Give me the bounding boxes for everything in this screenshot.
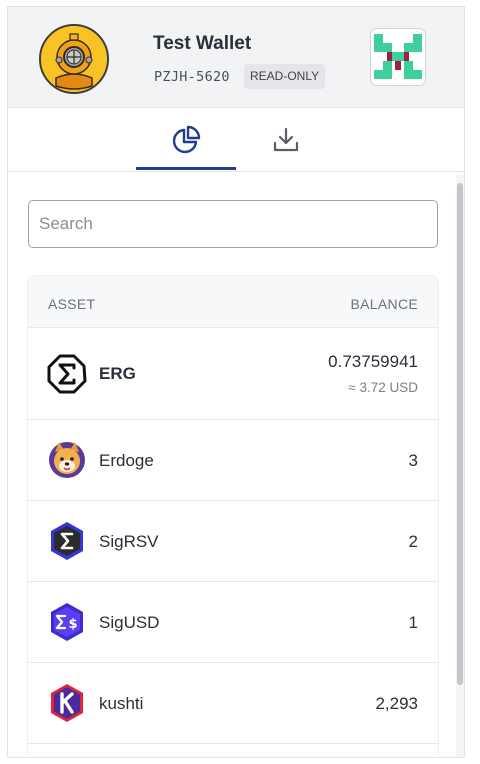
asset-list: ASSET BALANCE ERG 0.73759941 ≈ 3.72 USD [28, 276, 438, 757]
read-only-badge: READ-ONLY [244, 64, 326, 89]
asset-name: kushti [99, 694, 144, 713]
asset-balance: 1 [408, 613, 418, 632]
asset-name: Erdoge [99, 451, 154, 470]
asset-list-header: ASSET BALANCE [28, 276, 438, 328]
pie-chart-icon [172, 125, 201, 154]
sigusd-icon: $ [51, 603, 83, 641]
asset-balance: 2 [408, 532, 418, 551]
asset-balance: 2,293 [375, 694, 418, 713]
asset-row-erg[interactable]: ERG 0.73759941 ≈ 3.72 USD [28, 328, 438, 420]
wallet-checksum: PZJH-5620 [154, 69, 230, 85]
svg-text:$: $ [68, 617, 77, 632]
scrollbar-thumb[interactable] [457, 183, 463, 685]
wallet-avatar [39, 24, 109, 94]
wallet-name: Test Wallet [153, 33, 252, 54]
ergo-icon [47, 354, 87, 394]
asset-row-kushti[interactable]: kushti 2,293 [28, 663, 438, 744]
active-tab-indicator [136, 167, 236, 170]
scrollbar-track[interactable] [456, 175, 464, 757]
erdoge-icon [49, 442, 85, 478]
asset-column-header: ASSET [48, 296, 96, 312]
tab-assets[interactable] [136, 108, 236, 172]
diving-helmet-icon [41, 26, 107, 92]
asset-usd-value: ≈ 3.72 USD [348, 380, 418, 395]
wallet-header: Test Wallet PZJH-5620 READ-ONLY [8, 7, 464, 108]
asset-row-erdoge[interactable]: Erdoge 3 [28, 420, 438, 501]
search-input[interactable] [28, 200, 438, 248]
asset-balance: 0.73759941 [328, 352, 418, 371]
tab-bar [8, 108, 464, 172]
asset-row-sigusd[interactable]: $ SigUSD 1 [28, 582, 438, 663]
kushti-icon [51, 684, 83, 722]
asset-name: SigRSV [99, 532, 159, 551]
tab-receive[interactable] [236, 108, 336, 172]
identicon-icon [371, 29, 425, 85]
asset-balance: 3 [408, 451, 418, 470]
balance-column-header: BALANCE [350, 296, 418, 312]
asset-name: ERG [99, 364, 136, 383]
asset-row-sigrsv[interactable]: SigRSV 2 [28, 501, 438, 582]
sigrsv-icon [51, 522, 83, 560]
download-icon [273, 127, 299, 152]
wallet-popup: Test Wallet PZJH-5620 READ-ONLY Search A… [7, 6, 465, 758]
asset-name: SigUSD [99, 613, 160, 632]
wallet-identicon-button[interactable] [370, 28, 426, 86]
